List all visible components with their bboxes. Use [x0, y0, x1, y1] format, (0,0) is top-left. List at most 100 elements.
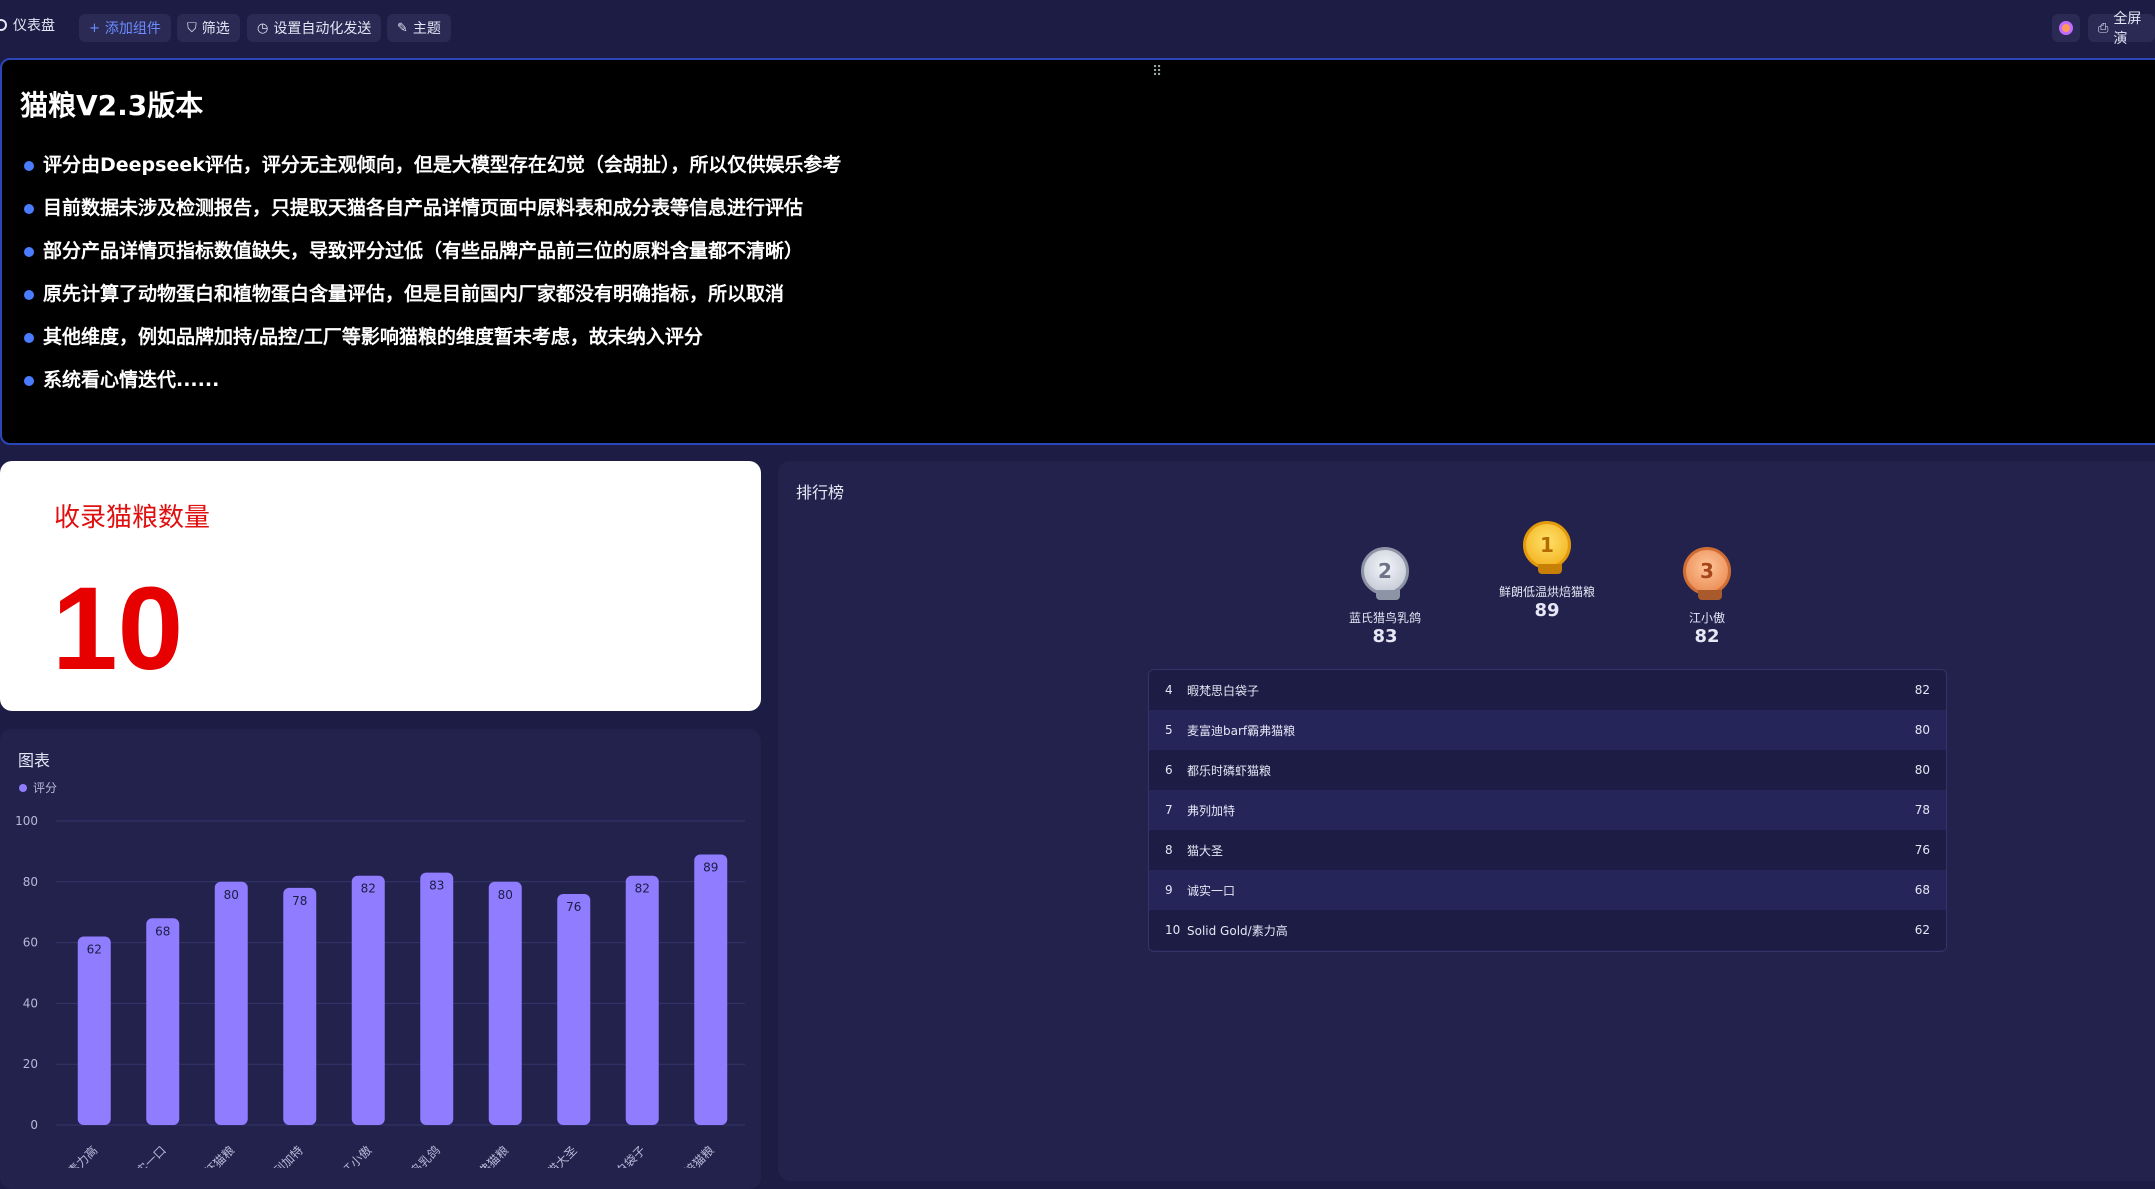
chart-title: 图表	[18, 751, 51, 770]
filter-button[interactable]: ⛉ 筛选	[177, 14, 240, 42]
row-score: 62	[1914, 923, 1930, 937]
podium-second: 2 蓝氏猎鸟乳鸽 83	[1305, 547, 1465, 647]
podium-first: 1 鲜朗低温烘焙猫粮 89	[1467, 521, 1627, 621]
count-label: 收录猫粮数量	[54, 503, 211, 533]
bullet-icon	[24, 203, 34, 214]
row-rank: 8	[1165, 843, 1173, 857]
bullet-icon	[24, 375, 34, 386]
x-tick-label: 江小傲	[338, 1143, 374, 1168]
dashboard-title: 仪表盘	[0, 15, 55, 35]
x-tick-label: 焙猫粮	[681, 1143, 717, 1168]
notice-title: 猫粮V2.3版本	[20, 89, 204, 122]
bar	[146, 918, 180, 1125]
x-tick-label: 弗猫粮	[475, 1143, 511, 1168]
row-score: 80	[1914, 763, 1930, 777]
bar-chart: 0 20 40 60 80 100 62 素力高 68 实一口 80 虾猫粮 78 列加特 82 江小傲 83 鸟…	[15, 814, 745, 1168]
data-label: 62	[87, 943, 102, 957]
fullscreen-label: 全屏演	[2113, 11, 2142, 47]
auto-send-label: 设置自动化发送	[273, 21, 372, 37]
chart-widget[interactable]: 0 20 40 60 80 100 62 素力高 68 实一口 80 虾猫粮 78 列加特 82 江小傲 83 鸟…	[0, 729, 761, 1189]
count-widget[interactable]: 收录猫粮数量 10	[0, 461, 761, 711]
row-score: 68	[1914, 883, 1930, 897]
dashboard-icon	[0, 19, 7, 31]
y-tick-label: 80	[23, 875, 38, 889]
ranking-widget[interactable]: 排行榜 2 蓝氏猎鸟乳鸽 83 1 鲜朗低温烘焙猫粮 89 3 江小傲 82 4…	[778, 461, 2155, 1181]
table-row: 7 弗列加特 78	[1149, 790, 1946, 830]
list-item: 部分产品详情页指标数值缺失，导致评分过低（有些品牌产品前三位的原料含量都不清晰）	[24, 230, 841, 273]
table-row: 8 猫大圣 76	[1149, 830, 1946, 870]
list-item: 其他维度，例如品牌加持/品控/工厂等影响猫粮的维度暂未考虑，故未纳入评分	[24, 316, 841, 359]
row-score: 80	[1914, 723, 1930, 737]
bar	[214, 881, 248, 1125]
table-row: 4 暇梵思白袋子 82	[1149, 670, 1946, 710]
x-tick-label: 实一口	[133, 1143, 169, 1168]
row-name: Solid Gold/素力高	[1187, 923, 1288, 938]
row-rank: 9	[1165, 883, 1173, 897]
list-item-text: 目前数据未涉及检测报告，只提取天猫各自产品详情页面中原料表和成分表等信息进行评估	[43, 197, 804, 219]
bar	[557, 893, 591, 1125]
podium-rank: 3	[1700, 559, 1714, 583]
row-rank: 4	[1165, 683, 1173, 697]
count-value: 10	[52, 563, 184, 695]
row-name: 弗列加特	[1187, 803, 1236, 818]
y-tick-label: 20	[23, 1057, 38, 1071]
gold-medal-icon: 1	[1523, 521, 1571, 574]
bar	[420, 872, 454, 1125]
auto-send-button[interactable]: ◷ 设置自动化发送	[247, 14, 382, 42]
list-item: 评分由Deepseek评估，评分无主观倾向，但是大模型存在幻觉（会胡扯），所以仅…	[24, 144, 841, 187]
podium-score: 83	[1372, 626, 1398, 647]
bar	[77, 936, 111, 1125]
clock-icon: ◷	[257, 20, 269, 36]
row-score: 76	[1914, 843, 1930, 857]
ranking-title: 排行榜	[796, 483, 845, 502]
row-name: 都乐时磷虾猫粮	[1187, 763, 1272, 778]
row-score: 82	[1914, 683, 1930, 697]
plus-icon: +	[89, 20, 100, 36]
list-item-text: 部分产品详情页指标数值缺失，导致评分过低（有些品牌产品前三位的原料含量都不清晰）	[43, 240, 804, 262]
row-rank: 10	[1165, 923, 1181, 937]
bar	[625, 875, 659, 1125]
podium-name: 鲜朗低温烘焙猫粮	[1498, 585, 1595, 599]
list-item-text: 原先计算了动物蛋白和植物蛋白含量评估，但是目前国内厂家都没有明确指标，所以取消	[43, 283, 785, 305]
row-name: 麦富迪barf霸弗猫粮	[1187, 723, 1296, 738]
x-tick-label: 素力高	[64, 1143, 100, 1168]
table-row: 5 麦富迪barf霸弗猫粮 80	[1149, 710, 1946, 750]
bar	[351, 875, 385, 1125]
row-score: 78	[1914, 803, 1930, 817]
table-row: 6 都乐时磷虾猫粮 80	[1149, 750, 1946, 790]
bullet-icon	[24, 332, 34, 343]
row-name: 猫大圣	[1187, 843, 1224, 858]
row-rank: 5	[1165, 723, 1173, 737]
add-widget-button[interactable]: + 添加组件	[79, 14, 171, 42]
drag-handle-icon[interactable]: ⠿	[1152, 64, 1162, 80]
row-name: 暇梵思白袋子	[1187, 683, 1260, 698]
bar	[283, 887, 317, 1125]
x-tick-label: 鸟乳鸽	[407, 1143, 443, 1168]
podium-score: 82	[1694, 626, 1720, 647]
data-label: 68	[155, 924, 170, 938]
notice-widget[interactable]: ⠿ 猫粮V2.3版本 评分由Deepseek评估，评分无主观倾向，但是大模型存在…	[0, 58, 2155, 445]
list-item-text: 系统看心情迭代......	[43, 369, 220, 391]
avatar[interactable]	[2052, 14, 2080, 42]
podium-third: 3 江小傲 82	[1627, 547, 1787, 647]
legend-swatch	[19, 783, 27, 792]
data-label: 80	[224, 888, 239, 902]
silver-medal-icon: 2	[1361, 547, 1409, 600]
bullet-icon	[24, 246, 34, 257]
x-tick-label: 猫大圣	[545, 1143, 580, 1168]
list-item: 目前数据未涉及检测报告，只提取天猫各自产品详情页面中原料表和成分表等信息进行评估	[24, 187, 841, 230]
fullscreen-button[interactable]: ⎙ 全屏演	[2088, 11, 2155, 47]
data-label: 89	[703, 860, 718, 874]
theme-button[interactable]: ✎ 主题	[387, 14, 451, 42]
list-item-text: 评分由Deepseek评估，评分无主观倾向，但是大模型存在幻觉（会胡扯），所以仅…	[43, 154, 842, 176]
y-tick-label: 100	[15, 814, 38, 828]
bronze-medal-icon: 3	[1683, 547, 1731, 600]
list-item: 系统看心情迭代......	[24, 359, 841, 402]
theme-label: 主题	[412, 21, 441, 37]
filter-icon: ⛉	[187, 20, 197, 36]
table-row: 10 Solid Gold/素力高 62	[1149, 910, 1946, 950]
bullet-icon	[24, 289, 34, 300]
podium-name: 江小傲	[1688, 611, 1725, 625]
chart-legend[interactable]: 评分	[19, 779, 57, 796]
podium-rank: 2	[1378, 559, 1392, 583]
